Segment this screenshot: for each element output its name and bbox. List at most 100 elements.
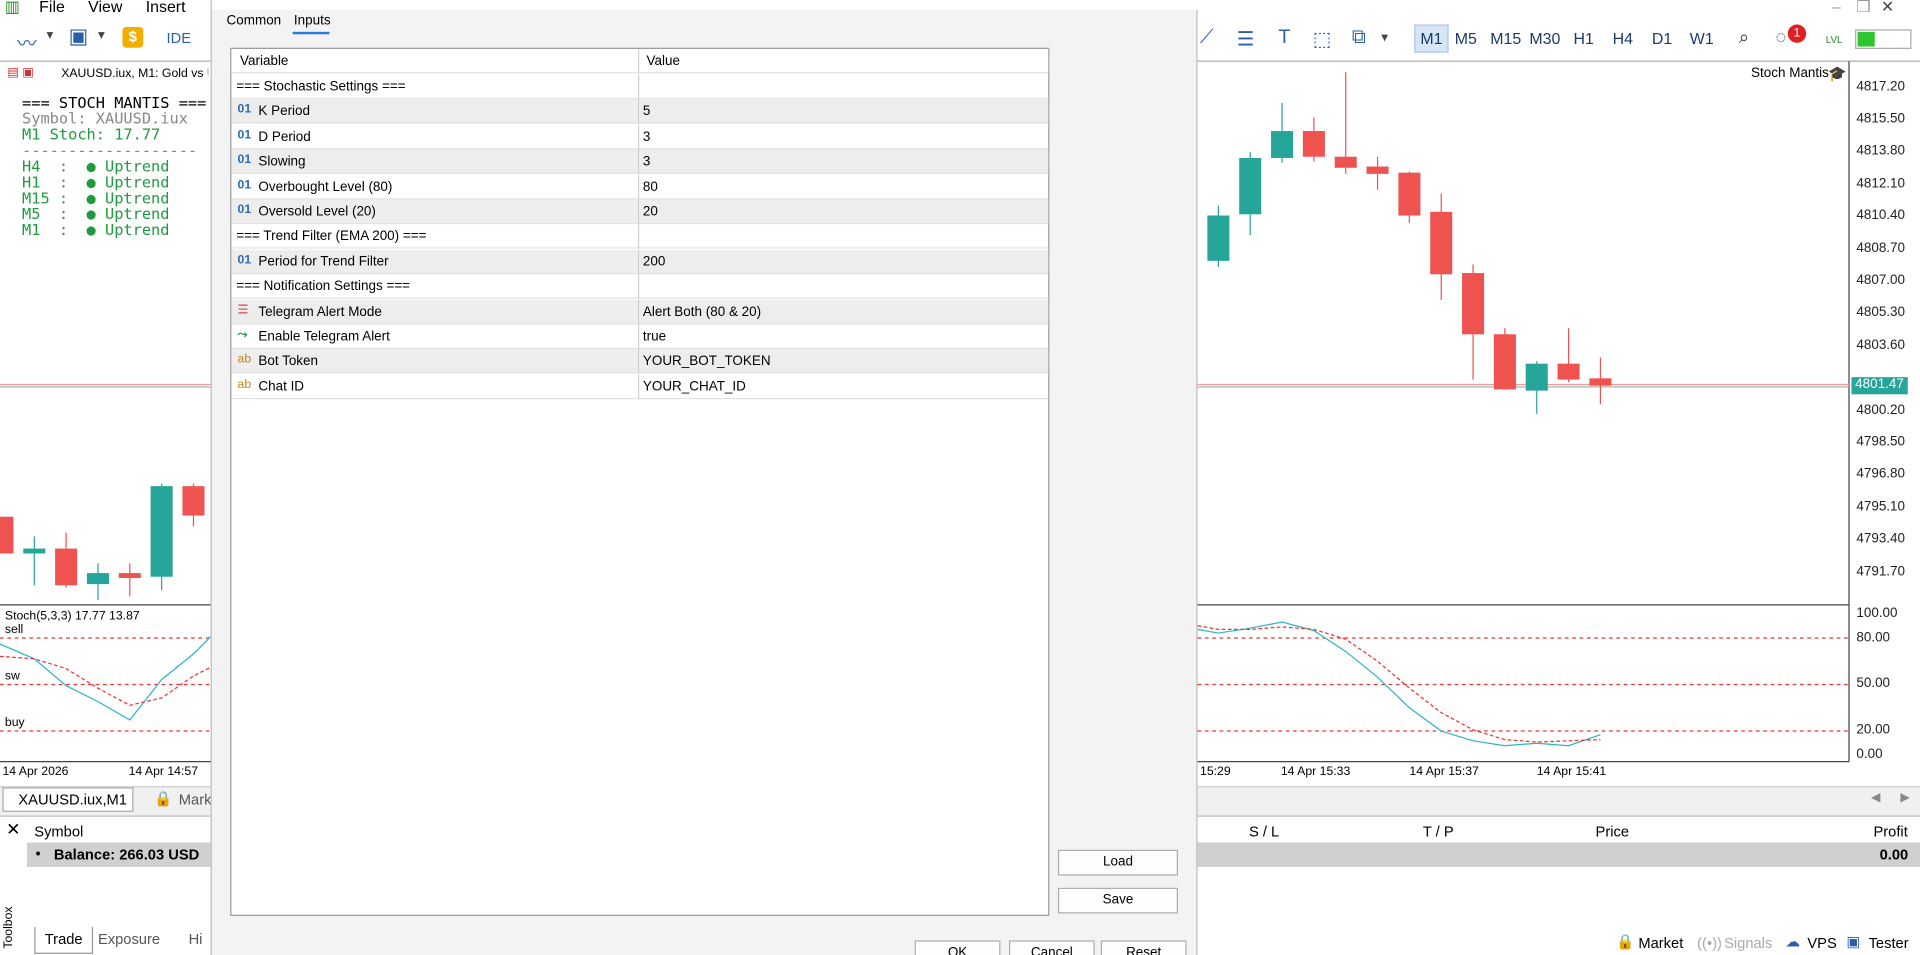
variable-value[interactable]: 3 [643,155,651,170]
tf-M30[interactable]: M30 [1529,29,1560,47]
chart-tab-xauusd[interactable]: XAUUSD.iux,M1 [2,787,134,812]
input-row[interactable]: 01 Period for Trend Filter 200 [231,249,1049,275]
price-label: 4817.20 [1856,79,1906,95]
tab-exposure[interactable]: Exposure [98,931,160,948]
chart-type-icon[interactable]: ▣ [69,24,89,48]
ide-button[interactable]: IDE [167,29,192,46]
reset-button[interactable]: Reset [1100,940,1187,955]
load-button[interactable]: Load [1057,849,1178,876]
price-label: 4800.20 [1856,402,1906,418]
chevron-down-icon[interactable]: ▾ [98,27,105,43]
info-symbol: Symbol: XAUUSD.iux [22,108,188,128]
ok-button[interactable]: OK [914,940,1001,955]
variable-value[interactable]: true [643,329,666,344]
column-separator [637,299,640,324]
symbol-header[interactable]: Symbol [34,823,83,840]
input-row[interactable]: ☰ Telegram Alert Mode Alert Both (80 & 20) [231,299,1049,324]
input-row[interactable]: ⤳ Enable Telegram Alert true [231,324,1049,349]
status-tester[interactable]: Tester [1869,934,1909,951]
indicator-properties-dialog: Common Inputs Variable Value === Stochas… [210,0,1199,955]
tab-scroll-right-icon[interactable]: ▶ [1900,791,1909,804]
close-window-icon[interactable]: ✕ [1881,0,1894,17]
status-signals[interactable]: Signals [1724,934,1772,951]
input-row[interactable]: 01 D Period 3 [231,124,1049,150]
price-header[interactable]: Price [1596,823,1629,840]
input-row[interactable]: 01 K Period 5 [231,99,1049,125]
objects-icon[interactable]: ⧉ [1352,27,1366,49]
minimize-icon[interactable]: – [1832,0,1841,16]
bool-type-icon: ⤳ [237,328,248,342]
sl-header[interactable]: S / L [1249,823,1279,840]
line-chart-icon[interactable]: 〰 [17,27,37,56]
tab-history[interactable]: Hi [189,931,203,948]
tab-common[interactable]: Common [227,13,282,28]
tf-M15[interactable]: M15 [1490,29,1521,47]
price-label: 4808.70 [1856,241,1906,256]
chevron-down-icon[interactable]: ▾ [47,27,54,43]
lvl-label: LVL [1825,34,1843,46]
menu-view[interactable]: View [88,0,122,16]
input-row[interactable]: ab Chat ID YOUR_CHAT_ID [231,374,1049,399]
profit-value: 0.00 [1879,846,1909,864]
tf-M1[interactable]: M1 [1414,24,1449,53]
tab-inputs[interactable]: Inputs [294,13,331,28]
variable-value[interactable]: YOUR_BOT_TOKEN [643,354,771,369]
chevron-down-icon[interactable]: ▾ [1381,29,1388,46]
stoch-sell-tag: sell [4,623,24,637]
text-icon[interactable]: T [1278,27,1290,49]
input-row[interactable]: 01 Oversold Level (20) 20 [231,199,1049,225]
variable-value[interactable]: 200 [643,254,665,269]
dialog-top-edge [211,0,1199,10]
input-row[interactable]: ab Bot Token YOUR_BOT_TOKEN [231,349,1049,374]
tab-trade[interactable]: Trade [34,926,94,954]
tf-H1[interactable]: H1 [1573,29,1593,47]
variable-name: K Period [258,104,311,120]
variable-value[interactable]: Alert Both (80 & 20) [643,304,761,319]
current-price-tag: 4801.47 [1851,377,1908,395]
tf-H4[interactable]: H4 [1613,29,1633,47]
variable-value[interactable]: 3 [643,130,651,145]
save-button[interactable]: Save [1057,887,1178,914]
tf-W1[interactable]: W1 [1690,29,1714,47]
variable-value[interactable]: YOUR_CHAT_ID [643,379,746,394]
column-separator [637,249,640,275]
shape-icon[interactable]: ⬚ [1313,27,1332,51]
dollar-icon[interactable]: $ [122,26,144,48]
search-icon[interactable]: ⌕ [1739,27,1749,48]
price-label: 4795.10 [1856,499,1906,515]
chart-menu-icon[interactable]: ▤ ▣ [7,66,34,79]
info-trend-m1: M1 : ● Uptrend [22,220,170,239]
time-label: 14 Apr 14:57 [128,765,199,779]
variable-value[interactable]: 20 [643,204,658,219]
restore-icon[interactable]: ❐ [1856,0,1870,17]
string-type-icon: ab [237,353,252,367]
input-row[interactable]: 01 Overbought Level (80) 80 [231,174,1049,200]
status-vps[interactable]: VPS [1807,934,1836,951]
inputs-grid: Variable Value === Stochastic Settings =… [230,47,1050,916]
col-variable-header[interactable]: Variable [240,54,288,69]
chat-icon[interactable]: ◌ [1776,27,1787,48]
column-separator [637,274,640,300]
tf-M5[interactable]: M5 [1455,29,1477,47]
col-value-header[interactable]: Value [647,54,680,69]
status-market[interactable]: Market [1638,934,1683,951]
menu-file[interactable]: File [39,0,65,16]
variable-value[interactable]: 80 [643,180,658,195]
info-trend-m5: M5 : ● Uptrend [22,204,170,223]
time-label: 14 Apr 15:37 [1409,765,1479,779]
variable-value[interactable]: 5 [643,105,651,120]
input-row[interactable]: 01 Slowing 3 [231,149,1049,175]
menu-insert[interactable]: Insert [146,0,186,16]
chart-tab-market[interactable]: Mark [179,791,212,808]
profit-header[interactable]: Profit [1873,823,1907,840]
close-toolbox-icon[interactable]: ✕ [6,819,20,840]
channel-icon[interactable]: ☰ [1237,27,1255,51]
cloud-icon: ☁ [1785,933,1801,951]
tf-D1[interactable]: D1 [1652,29,1672,47]
signal-meter [1855,29,1912,49]
trendline-icon[interactable]: ⟋ [1200,27,1214,49]
cancel-button[interactable]: Cancel [1008,940,1095,955]
tester-icon: ▣ [1846,933,1861,951]
tp-header[interactable]: T / P [1423,823,1454,840]
tab-scroll-left-icon[interactable]: ◀ [1871,791,1880,804]
